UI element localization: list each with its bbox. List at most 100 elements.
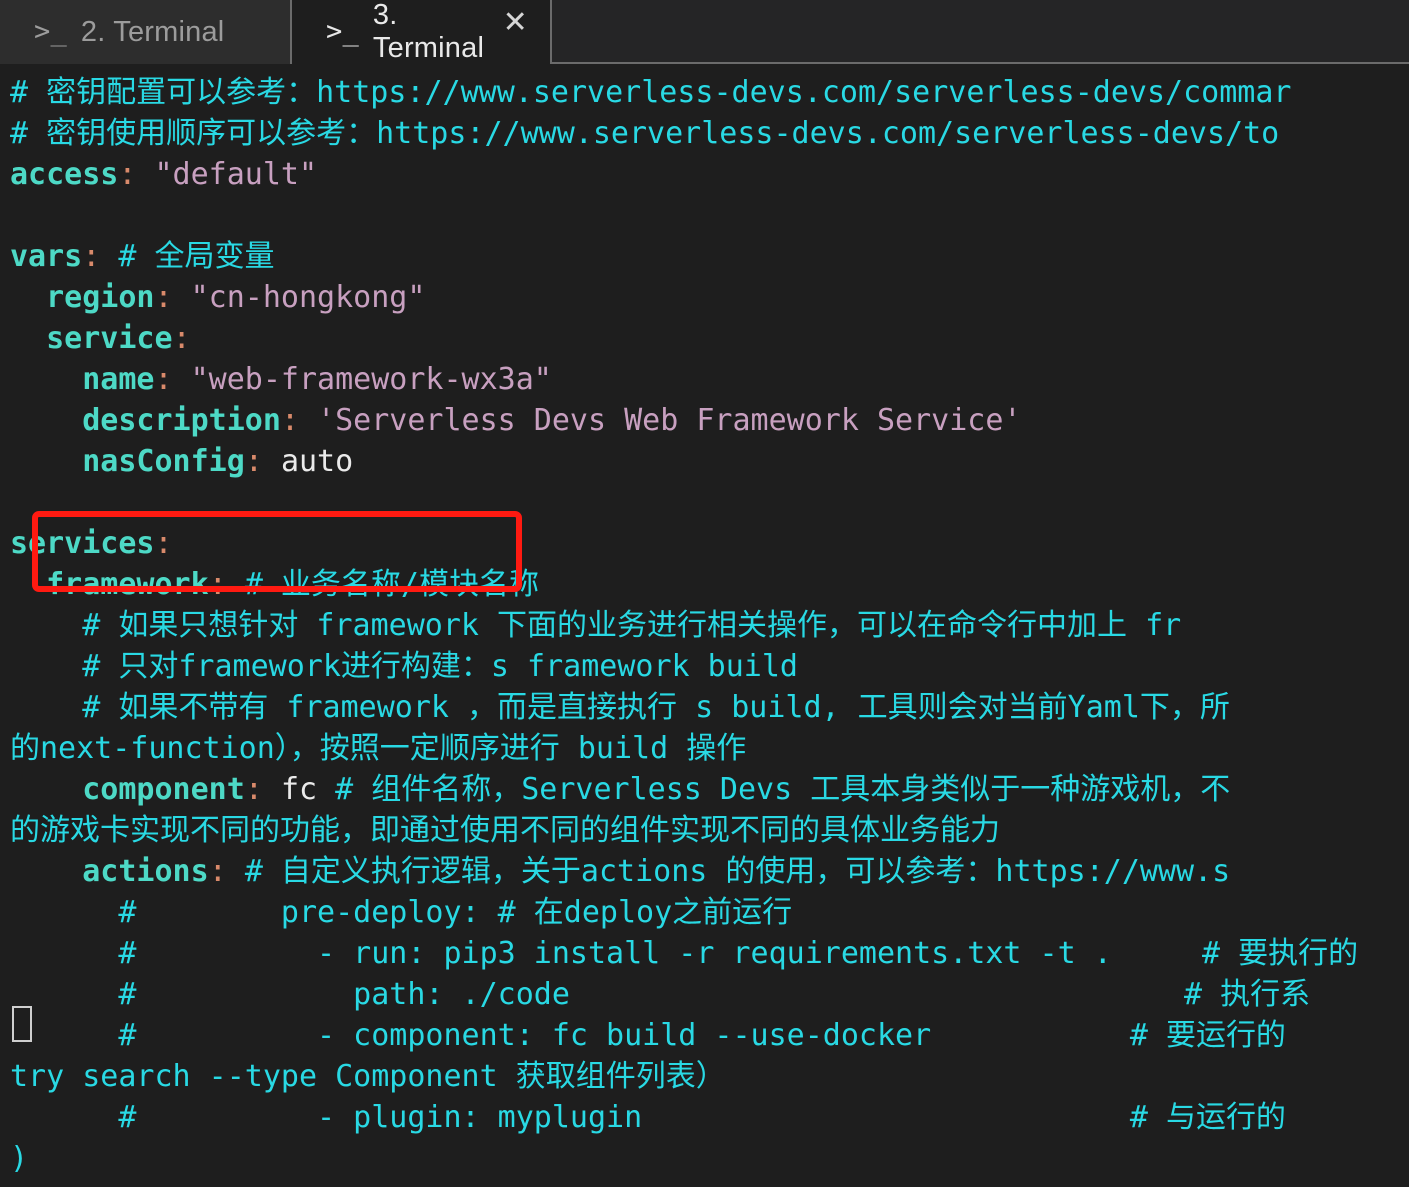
terminal-token: # path: ./code # 执行系 — [10, 977, 1311, 1012]
terminal-token: service — [46, 321, 173, 356]
terminal-token: "default" — [154, 157, 318, 192]
terminal-token: vars — [10, 239, 83, 274]
terminal-token: 的next-function），按照一定顺序进行 build 操作 — [10, 731, 747, 766]
terminal-token: # 如果只想针对 framework 下面的业务进行相关操作，可以在命令行中加上… — [10, 608, 1182, 643]
terminal-token: # 组件名称，Serverless Devs 工具本身类似于一种游戏机，不 — [335, 772, 1231, 807]
terminal-token: : — [244, 444, 263, 479]
terminal-line: region: "cn-hongkong" — [10, 277, 1358, 318]
terminal-line: # - plugin: myplugin # 与运行的 — [10, 1097, 1358, 1138]
terminal-token: 'Serverless Devs Web Framework Service' — [317, 403, 1022, 438]
tab-label: 2. Terminal — [80, 15, 225, 48]
terminal-token: fc — [280, 772, 318, 807]
terminal-token: auto — [280, 444, 354, 479]
terminal-token: ) — [10, 1141, 29, 1176]
terminal-token: : — [82, 239, 101, 274]
terminal-token: actions — [82, 854, 209, 889]
terminal-prompt-icon: >_ — [34, 15, 67, 47]
terminal-line: name: "web-framework-wx3a" — [10, 359, 1358, 400]
terminal-cursor — [12, 1006, 32, 1042]
terminal-token: : — [154, 526, 173, 561]
terminal-line: # 只对framework进行构建：s framework build — [10, 646, 1358, 687]
terminal-line: # 如果不带有 framework ，而是直接执行 s build, 工具则会对… — [10, 687, 1358, 728]
terminal-line: actions: # 自定义执行逻辑，关于actions 的使用，可以参考：ht… — [10, 851, 1358, 892]
terminal-line: # pre-deploy: # 在deploy之前运行 — [10, 892, 1358, 933]
terminal-line: 的游戏卡实现不同的功能，即通过使用不同的组件实现不同的具体业务能力 — [10, 810, 1358, 851]
terminal-token: name — [82, 362, 155, 397]
terminal-line: vars: # 全局变量 — [10, 236, 1358, 277]
terminal-token: : — [208, 854, 227, 889]
terminal-token: component — [82, 772, 245, 807]
terminal-token: "cn-hongkong" — [190, 280, 426, 315]
terminal-line: ) — [10, 1138, 1358, 1179]
terminal-token: : — [154, 280, 173, 315]
terminal-line: framework: # 业务名称/模块名称 — [10, 564, 1358, 605]
terminal-token: # - plugin: myplugin # 与运行的 — [10, 1100, 1286, 1135]
terminal-output-panel[interactable]: # 密钥配置可以参考：https://www.serverless-devs.c… — [0, 64, 1409, 1187]
terminal-token: : — [118, 157, 137, 192]
terminal-token: description — [82, 403, 281, 438]
terminal-line: # - component: fc build --use-docker # 要… — [10, 1015, 1358, 1056]
terminal-token: framework — [46, 567, 209, 602]
terminal-line: # 如果只想针对 framework 下面的业务进行相关操作，可以在命令行中加上… — [10, 605, 1358, 646]
terminal-token: try search --type Component 获取组件列表） — [10, 1059, 726, 1094]
terminal-token: # 业务名称/模块名称 — [244, 567, 539, 602]
terminal-line: component: fc # 组件名称，Serverless Devs 工具本… — [10, 769, 1358, 810]
terminal-token: # 如果不带有 framework ，而是直接执行 s build, 工具则会对… — [10, 690, 1230, 725]
terminal-token: "web-framework-wx3a" — [190, 362, 552, 397]
terminal-token: # 只对framework进行构建：s framework build — [10, 649, 798, 684]
terminal-line: # 密钥配置可以参考：https://www.serverless-devs.c… — [10, 72, 1358, 113]
terminal-line: try search --type Component 获取组件列表） — [10, 1056, 1358, 1097]
terminal-token: services — [10, 526, 155, 561]
terminal-token: # 全局变量 — [118, 239, 275, 274]
terminal-line: access: "default" — [10, 154, 1358, 195]
terminal-token: access — [10, 157, 119, 192]
terminal-token: # 密钥使用顺序可以参考：https://www.serverless-devs… — [10, 116, 1280, 151]
terminal-text-content: # 密钥配置可以参考：https://www.serverless-devs.c… — [0, 64, 1358, 1179]
terminal-token: # pre-deploy: # 在deploy之前运行 — [10, 895, 793, 930]
terminal-prompt-icon: >_ — [326, 15, 359, 47]
terminal-line: description: 'Serverless Devs Web Framew… — [10, 400, 1358, 441]
terminal-line: # - run: pip3 install -r requirements.tx… — [10, 933, 1358, 974]
terminal-token: : — [172, 321, 191, 356]
terminal-line: nasConfig: auto — [10, 441, 1358, 482]
terminal-token: region — [46, 280, 155, 315]
terminal-token: : — [244, 772, 263, 807]
terminal-tab-bar: >_ 2. Terminal >_ 3. Terminal ✕ — [0, 0, 1409, 64]
close-icon[interactable]: ✕ — [503, 8, 528, 38]
tab-bar-empty-area — [552, 0, 1409, 64]
terminal-line: # path: ./code # 执行系 — [10, 974, 1358, 1015]
terminal-token: # - component: fc build --use-docker # 要… — [10, 1018, 1286, 1053]
terminal-token: # 密钥配置可以参考：https://www.serverless-devs.c… — [10, 75, 1292, 110]
terminal-line: service: — [10, 318, 1358, 359]
terminal-token: : — [208, 567, 227, 602]
terminal-line: 的next-function），按照一定顺序进行 build 操作 — [10, 728, 1358, 769]
terminal-token: : — [280, 403, 299, 438]
terminal-token: # - run: pip3 install -r requirements.tx… — [10, 936, 1359, 971]
terminal-line: services: — [10, 523, 1358, 564]
tab-terminal-2[interactable]: >_ 2. Terminal — [0, 0, 292, 64]
terminal-token: nasConfig — [82, 444, 245, 479]
tab-label: 3. Terminal — [372, 0, 485, 64]
tab-terminal-3[interactable]: >_ 3. Terminal ✕ — [292, 0, 552, 64]
terminal-token: : — [154, 362, 173, 397]
terminal-line: # 密钥使用顺序可以参考：https://www.serverless-devs… — [10, 113, 1358, 154]
